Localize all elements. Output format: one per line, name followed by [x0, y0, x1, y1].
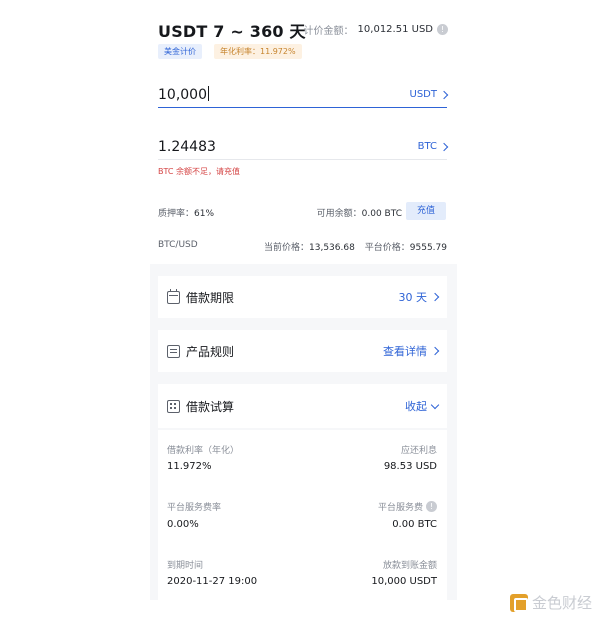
- due-label: 到期时间: [167, 561, 204, 571]
- pricing-label: 计价金额：: [303, 26, 354, 37]
- rate-label: 借款利率（年化）: [167, 446, 240, 456]
- fee-rate-value: 0.00%: [167, 519, 199, 530]
- calculator-icon: [167, 399, 180, 413]
- pledge-rate: 质押率：61%: [158, 206, 214, 219]
- loan-trial-details: 借款利率（年化） 11.972% 应还利息 98.53 USD 平台服务费率 0…: [158, 430, 447, 600]
- available-label: 可用余额：: [316, 209, 362, 219]
- current-price-label: 当前价格：: [264, 243, 310, 253]
- document-icon: [167, 344, 180, 358]
- current-price-value: 13,536.68: [309, 243, 355, 253]
- page-title: USDT 7 ~ 360 天: [158, 22, 306, 41]
- interest-value: 98.53 USD: [383, 461, 437, 472]
- platform-price: 平台价格：9555.79: [365, 240, 447, 253]
- chevron-down-icon: [430, 400, 440, 409]
- insufficient-balance-warning: BTC 余额不足，请充值: [158, 167, 241, 176]
- fee-label-group: 平台服务费 !: [378, 500, 437, 513]
- collapse-label: 收起: [405, 400, 427, 413]
- loan-term-row[interactable]: 借款期限 30 天: [158, 276, 447, 318]
- available-balance: 可用余额：0.00 BTC: [317, 206, 402, 219]
- current-price: 当前价格：13,536.68: [264, 240, 355, 253]
- loan-amount-input[interactable]: 10,000 USDT: [158, 82, 449, 108]
- collateral-amount-value[interactable]: 1.24483: [158, 139, 216, 155]
- info-icon[interactable]: !: [437, 24, 448, 35]
- loan-trial-label: 借款试算: [186, 399, 235, 414]
- trading-pair: BTC/USD: [158, 240, 198, 250]
- watermark-logo: 金色财经: [509, 592, 592, 613]
- pledge-rate-label: 质押率：: [158, 209, 195, 219]
- watermark-text: 金色财经: [531, 594, 592, 612]
- fee-rate-label: 平台服务费率: [167, 503, 222, 513]
- interest-label: 应还利息: [400, 446, 437, 456]
- chevron-right-icon: [439, 90, 449, 99]
- fee-value: 0.00 BTC: [392, 519, 437, 530]
- available-value: 0.00 BTC: [361, 209, 402, 219]
- rate-value: 11.972%: [167, 461, 212, 472]
- collateral-currency-label: BTC: [417, 141, 437, 152]
- chevron-right-icon: [430, 292, 440, 302]
- chevron-right-icon: [439, 142, 449, 151]
- annual-rate-tag: 年化利率：11.972%: [214, 44, 302, 59]
- payout-label: 放款到账金额: [382, 561, 437, 571]
- loan-amount-value[interactable]: 10,000: [158, 86, 209, 103]
- platform-price-value: 9555.79: [409, 243, 447, 253]
- recharge-button[interactable]: 充值: [406, 202, 446, 220]
- pricing-amount: 计价金额： 10,012.51 USD !: [304, 22, 448, 37]
- collateral-currency-selector[interactable]: BTC: [417, 141, 449, 152]
- chevron-right-icon: [430, 346, 440, 356]
- payout-value: 10,000 USDT: [371, 576, 437, 587]
- loan-trial-header[interactable]: 借款试算 收起: [158, 384, 447, 428]
- brand-logo-icon: [509, 593, 528, 612]
- info-icon[interactable]: !: [426, 501, 437, 512]
- pledge-rate-value: 61%: [194, 209, 215, 219]
- loan-term-label: 借款期限: [186, 290, 235, 305]
- loan-currency-label: USDT: [409, 89, 437, 100]
- view-details-link: 查看详情: [383, 345, 427, 358]
- platform-price-label: 平台价格：: [364, 243, 410, 253]
- text-caret: [208, 86, 209, 101]
- calendar-icon: [167, 288, 180, 304]
- product-rules-row[interactable]: 产品规则 查看详情: [158, 330, 447, 372]
- product-rules-label: 产品规则: [186, 344, 235, 359]
- due-value: 2020-11-27 19:00: [167, 576, 258, 587]
- fee-label: 平台服务费: [377, 503, 423, 513]
- pricing-value: 10,012.51 USD: [357, 24, 433, 35]
- usd-pricing-tag: 美金计价: [158, 44, 202, 59]
- loan-currency-selector[interactable]: USDT: [409, 89, 449, 100]
- loan-term-value: 30 天: [398, 291, 428, 304]
- collateral-amount-input[interactable]: 1.24483 BTC: [158, 134, 449, 160]
